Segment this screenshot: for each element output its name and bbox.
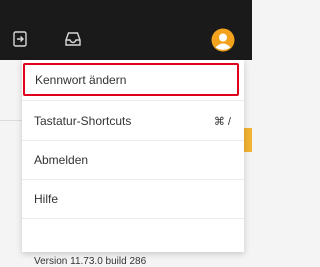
change-password-item[interactable]: Kennwort ändern [23,63,239,96]
menu-divider [22,100,244,101]
logout-icon[interactable] [13,31,27,47]
help-item[interactable]: Hilfe [22,180,244,218]
background-accent [244,128,252,152]
background-divider [0,120,22,121]
background-panel [0,60,23,252]
top-bar [0,0,252,60]
logout-item[interactable]: Abmelden [22,141,244,179]
menu-item-label: Kennwort ändern [35,72,127,87]
shortcut-hint: ⌘ / [213,115,231,128]
menu-item-label: Abmelden [34,153,89,167]
menu-item-label: Hilfe [34,192,59,206]
account-menu: Kennwort ändern Tastatur-Shortcuts ⌘ / A… [22,60,244,267]
avatar[interactable] [211,28,235,52]
menu-divider [22,218,244,219]
keyboard-shortcuts-item[interactable]: Tastatur-Shortcuts ⌘ / [22,102,244,140]
version-label: Version 11.73.0 build 286 [34,256,147,267]
menu-item-label: Tastatur-Shortcuts [34,114,132,128]
inbox-icon[interactable] [64,31,82,47]
